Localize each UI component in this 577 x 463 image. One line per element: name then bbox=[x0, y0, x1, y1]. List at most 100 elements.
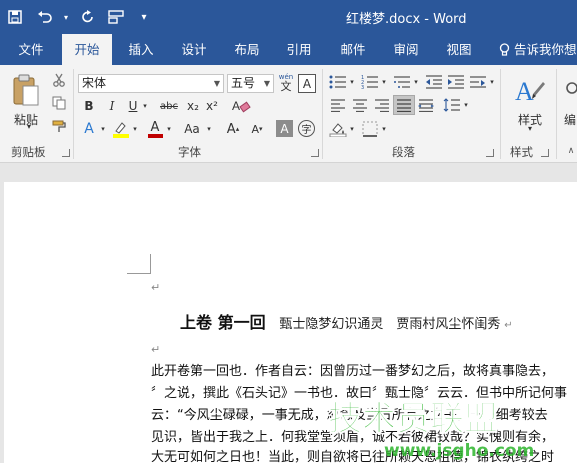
line-spacing-dropdown-icon[interactable]: ▾ bbox=[462, 96, 470, 114]
editing-label[interactable]: 编 bbox=[563, 111, 577, 128]
save-icon[interactable] bbox=[0, 0, 30, 34]
chinese-layout-icon[interactable] bbox=[468, 73, 488, 91]
tell-me-box[interactable]: 告诉我你想 bbox=[499, 34, 577, 65]
font-name-dropdown-icon[interactable]: ▼ bbox=[214, 75, 220, 92]
customize-qat-icon[interactable]: ▾ bbox=[130, 0, 158, 34]
line-spacing-icon[interactable] bbox=[442, 96, 462, 114]
font-launcher-icon[interactable] bbox=[311, 149, 319, 157]
tab-references[interactable]: 引用 bbox=[276, 34, 322, 65]
text-effects-dropdown-icon[interactable]: ▾ bbox=[98, 120, 108, 138]
highlight-dropdown-icon[interactable]: ▾ bbox=[130, 120, 140, 138]
shading-dropdown-icon[interactable]: ▾ bbox=[348, 120, 356, 138]
grow-font-letter: A bbox=[226, 121, 236, 137]
redo-icon[interactable] bbox=[74, 0, 102, 34]
undo-icon[interactable] bbox=[30, 0, 58, 34]
clipboard-group-label: 剪贴板 bbox=[11, 145, 46, 159]
group-separator bbox=[73, 69, 74, 159]
align-right-icon[interactable] bbox=[372, 96, 392, 114]
paragraph-launcher-icon[interactable] bbox=[486, 149, 494, 157]
font-color-swatch bbox=[147, 133, 163, 138]
char-border-button[interactable]: A bbox=[298, 74, 316, 93]
styles-gallery-icon[interactable]: A bbox=[512, 73, 548, 109]
underline-button[interactable]: U bbox=[126, 97, 140, 115]
underline-dropdown-icon[interactable]: ▾ bbox=[140, 97, 150, 115]
watermark-logo: 技术员联盟 www.jsgho.com bbox=[328, 399, 534, 462]
distributed-icon[interactable] bbox=[416, 96, 436, 114]
clipboard-launcher-icon[interactable] bbox=[62, 149, 70, 157]
tab-view[interactable]: 视图 bbox=[436, 34, 482, 65]
styles-launcher-icon[interactable] bbox=[541, 149, 549, 157]
bullets-dropdown-icon[interactable]: ▾ bbox=[348, 73, 356, 91]
text-effects-button[interactable]: A bbox=[80, 120, 98, 138]
tab-home[interactable]: 开始 bbox=[62, 34, 112, 65]
window-title: 红楼梦.docx - Word bbox=[346, 12, 467, 27]
paste-dropdown-icon[interactable]: ▾ bbox=[24, 122, 34, 131]
borders-icon[interactable] bbox=[360, 120, 380, 138]
copy-icon[interactable] bbox=[50, 94, 68, 112]
tab-insert[interactable]: 插入 bbox=[118, 34, 164, 65]
char-shading-button[interactable]: A bbox=[276, 120, 293, 137]
title-bar: ▾ ▾ 红楼梦.docx - Word bbox=[0, 0, 577, 34]
shrink-font-letter: A bbox=[251, 122, 259, 136]
group-separator bbox=[322, 69, 323, 159]
numbering-icon[interactable]: 123 bbox=[360, 73, 380, 91]
font-size-dropdown-icon[interactable]: ▼ bbox=[264, 75, 270, 92]
phonetic-guide-button[interactable]: wén 文 bbox=[276, 72, 296, 94]
margin-corner-mark bbox=[127, 254, 151, 274]
font-size-combo[interactable]: 五号 ▼ bbox=[227, 74, 274, 93]
editing-icon[interactable] bbox=[562, 79, 577, 99]
chapter-heading-sub: 甄士隐梦幻识通灵 贾雨村风尘怀闺秀 bbox=[279, 317, 501, 332]
italic-button[interactable]: I bbox=[103, 97, 121, 115]
justify-icon[interactable] bbox=[393, 95, 415, 115]
body-text-line: 此开卷第一回也．作者自云：因曾历过一番梦幻之后，故将真事隐去， bbox=[151, 364, 555, 379]
paragraph-mark: ↵ bbox=[504, 320, 513, 331]
group-separator bbox=[500, 69, 501, 159]
font-color-button[interactable]: A bbox=[146, 119, 164, 139]
undo-dropdown-icon[interactable]: ▾ bbox=[58, 0, 74, 34]
grow-font-button[interactable]: A ▴ bbox=[224, 120, 242, 138]
collapse-ribbon-icon[interactable]: ∧ bbox=[566, 145, 576, 157]
paragraph-group-label: 段落 bbox=[392, 145, 415, 159]
borders-dropdown-icon[interactable]: ▾ bbox=[380, 120, 388, 138]
align-left-icon[interactable] bbox=[328, 96, 348, 114]
format-painter-icon[interactable] bbox=[50, 117, 68, 135]
superscript-button[interactable]: x² bbox=[203, 97, 221, 115]
subscript-button[interactable]: x₂ bbox=[184, 97, 202, 115]
highlight-icon[interactable] bbox=[112, 119, 130, 139]
ribbon-home: 粘贴 ▾ 剪贴板 宋体 ▼ 五号 ▼ wén 文 A B I U ▾ abc x… bbox=[0, 65, 577, 163]
font-name-combo[interactable]: 宋体 ▼ bbox=[78, 74, 224, 93]
align-center-icon[interactable] bbox=[350, 96, 370, 114]
tab-layout[interactable]: 布局 bbox=[224, 34, 270, 65]
svg-text:www.jsgho.com: www.jsgho.com bbox=[384, 441, 534, 461]
multilevel-dropdown-icon[interactable]: ▾ bbox=[412, 73, 420, 91]
numbering-dropdown-icon[interactable]: ▾ bbox=[380, 73, 388, 91]
paragraph-mark: ↵ bbox=[151, 281, 161, 294]
shrink-font-button[interactable]: A ▾ bbox=[248, 120, 266, 138]
shading-icon[interactable] bbox=[328, 120, 348, 138]
clear-formatting-icon[interactable]: A bbox=[230, 96, 252, 116]
enclose-char-button[interactable]: 字 bbox=[298, 120, 315, 137]
font-color-dropdown-icon[interactable]: ▾ bbox=[164, 120, 174, 138]
multilevel-list-icon[interactable] bbox=[392, 73, 412, 91]
tab-file[interactable]: 文件 bbox=[8, 34, 54, 65]
svg-text:3: 3 bbox=[361, 85, 364, 89]
increase-indent-icon[interactable] bbox=[446, 73, 466, 91]
tab-design[interactable]: 设计 bbox=[171, 34, 217, 65]
bullets-icon[interactable] bbox=[328, 73, 348, 91]
bold-button[interactable]: B bbox=[80, 97, 98, 115]
chinese-layout-dropdown-icon[interactable]: ▾ bbox=[488, 73, 496, 91]
font-name-value: 宋体 bbox=[82, 76, 107, 90]
tab-review[interactable]: 审阅 bbox=[383, 34, 429, 65]
cut-icon[interactable] bbox=[50, 71, 68, 89]
strikethrough-button[interactable]: abc bbox=[157, 97, 181, 115]
tab-mailings[interactable]: 邮件 bbox=[330, 34, 376, 65]
layout-icon[interactable] bbox=[102, 0, 130, 34]
chapter-heading: 上卷 第一回 甄士隐梦幻识通灵 贾雨村风尘怀闺秀 ↵ bbox=[180, 309, 513, 333]
paste-icon[interactable] bbox=[8, 71, 44, 111]
styles-dropdown-icon[interactable]: ▾ bbox=[525, 124, 535, 133]
ribbon-tabs: 文件 开始 插入 设计 布局 引用 邮件 审阅 视图 告诉我你想 bbox=[0, 34, 577, 65]
change-case-dropdown-icon[interactable]: ▾ bbox=[204, 120, 214, 138]
change-case-button[interactable]: Aa bbox=[180, 120, 204, 138]
decrease-indent-icon[interactable] bbox=[424, 73, 444, 91]
tell-me-label: 告诉我你想 bbox=[514, 42, 577, 57]
